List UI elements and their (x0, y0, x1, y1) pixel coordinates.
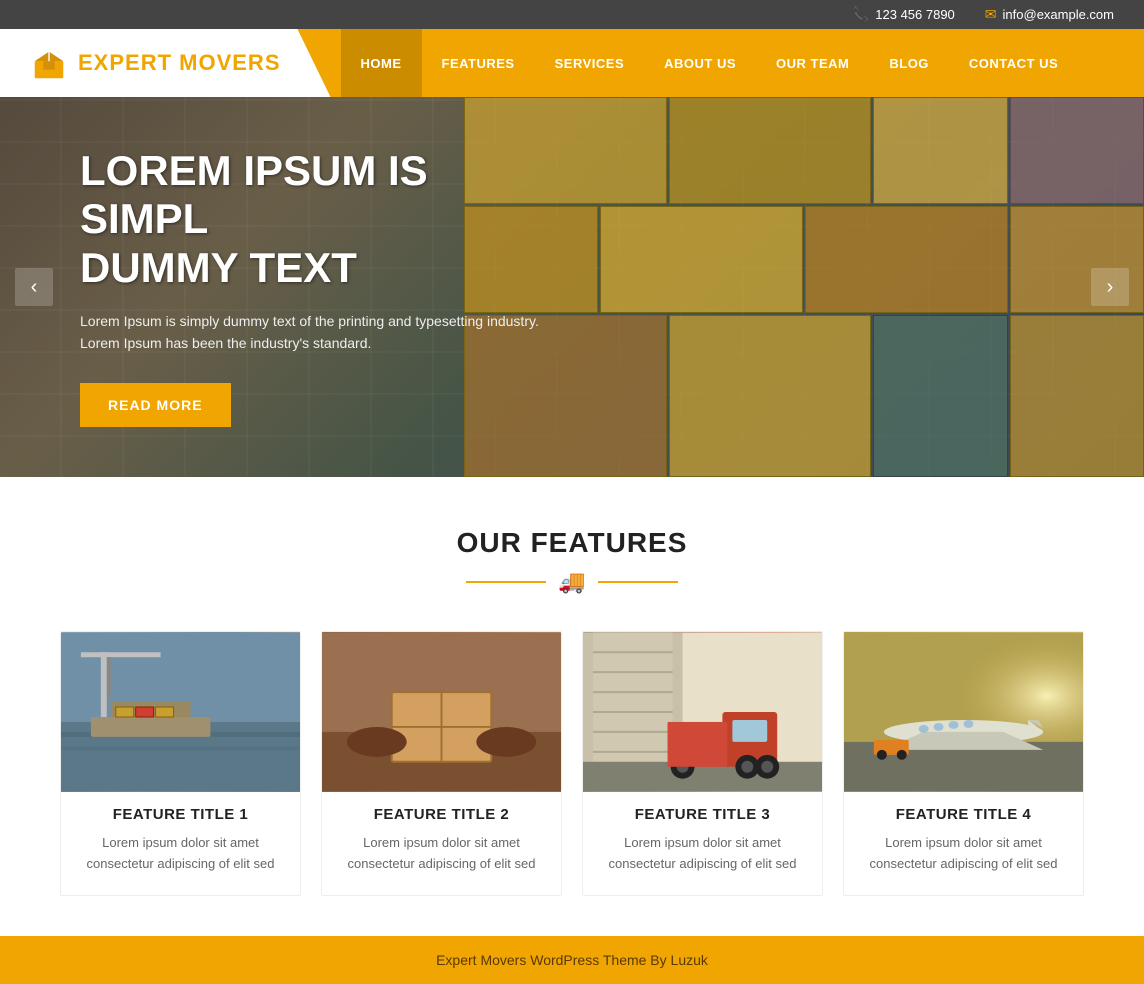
feature-image-4 (844, 632, 1083, 792)
footer: Expert Movers WordPress Theme By Luzuk (0, 936, 1144, 984)
logo-area: EXPERT MOVERS (0, 29, 331, 97)
hero-content: LOREM IPSUM IS SIMPL DUMMY TEXT Lorem Ip… (0, 147, 620, 427)
hero-title: LOREM IPSUM IS SIMPL DUMMY TEXT (80, 147, 540, 292)
feature-desc-4: Lorem ipsum dolor sit amet consectetur a… (844, 833, 1083, 875)
nav-item-home[interactable]: HOME (341, 29, 422, 97)
feature-svg-1 (61, 632, 300, 792)
logo-text: EXPERT MOVERS (78, 50, 281, 76)
feature-image-3 (583, 632, 822, 792)
hero-cta-button[interactable]: READ MORE (80, 383, 231, 427)
divider-line-left (466, 581, 546, 583)
feature-title-4: FEATURE TITLE 4 (844, 806, 1083, 823)
feature-card-4: FEATURE TITLE 4 Lorem ipsum dolor sit am… (843, 631, 1084, 896)
nav-item-blog[interactable]: BLOG (869, 29, 949, 97)
main-nav: HOME FEATURES SERVICES ABOUT US OUR TEAM… (331, 29, 1144, 97)
top-bar: 📞 123 456 7890 ✉ info@example.com (0, 0, 1144, 29)
feature-svg-3 (583, 632, 822, 792)
feature-title-1: FEATURE TITLE 1 (61, 806, 300, 823)
hero-subtitle: Lorem Ipsum is simply dummy text of the … (80, 310, 540, 355)
feature-desc-3: Lorem ipsum dolor sit amet consectetur a… (583, 833, 822, 875)
email-address: info@example.com (1003, 7, 1114, 22)
header: EXPERT MOVERS HOME FEATURES SERVICES ABO… (0, 29, 1144, 97)
feature-card-2: FEATURE TITLE 2 Lorem ipsum dolor sit am… (321, 631, 562, 896)
nav-item-team[interactable]: OUR TEAM (756, 29, 869, 97)
feature-desc-2: Lorem ipsum dolor sit amet consectetur a… (322, 833, 561, 875)
feature-svg-2 (322, 632, 561, 792)
carousel-prev-button[interactable]: ‹ (15, 268, 53, 306)
logo-icon (30, 44, 68, 82)
phone-icon: 📞 (852, 6, 869, 23)
features-divider: 🚚 (60, 569, 1084, 595)
phone-number: 123 456 7890 (875, 7, 955, 22)
feature-title-2: FEATURE TITLE 2 (322, 806, 561, 823)
feature-image-1 (61, 632, 300, 792)
feature-card-3: FEATURE TITLE 3 Lorem ipsum dolor sit am… (582, 631, 823, 896)
feature-title-3: FEATURE TITLE 3 (583, 806, 822, 823)
hero-section: ‹ LOREM IPSUM IS SIMPL DUMMY TEXT Lorem … (0, 97, 1144, 477)
features-section: OUR FEATURES 🚚 (0, 477, 1144, 936)
nav-item-about[interactable]: ABOUT US (644, 29, 756, 97)
nav-item-services[interactable]: SERVICES (535, 29, 645, 97)
features-heading: OUR FEATURES (60, 527, 1084, 559)
divider-line-right (598, 581, 678, 583)
feature-svg-4 (844, 632, 1083, 792)
feature-desc-1: Lorem ipsum dolor sit amet consectetur a… (61, 833, 300, 875)
phone-info: 📞 123 456 7890 (852, 6, 955, 23)
nav-item-contact[interactable]: CONTACT US (949, 29, 1078, 97)
carousel-next-button[interactable]: › (1091, 268, 1129, 306)
feature-card-1: FEATURE TITLE 1 Lorem ipsum dolor sit am… (60, 631, 301, 896)
email-info: ✉ info@example.com (985, 6, 1114, 23)
feature-image-2 (322, 632, 561, 792)
email-icon: ✉ (985, 6, 997, 23)
footer-text: Expert Movers WordPress Theme By Luzuk (436, 952, 708, 968)
features-grid: FEATURE TITLE 1 Lorem ipsum dolor sit am… (60, 631, 1084, 896)
truck-icon: 🚚 (558, 569, 585, 595)
logo-accent: MOVERS (179, 50, 280, 75)
nav-item-features[interactable]: FEATURES (422, 29, 535, 97)
